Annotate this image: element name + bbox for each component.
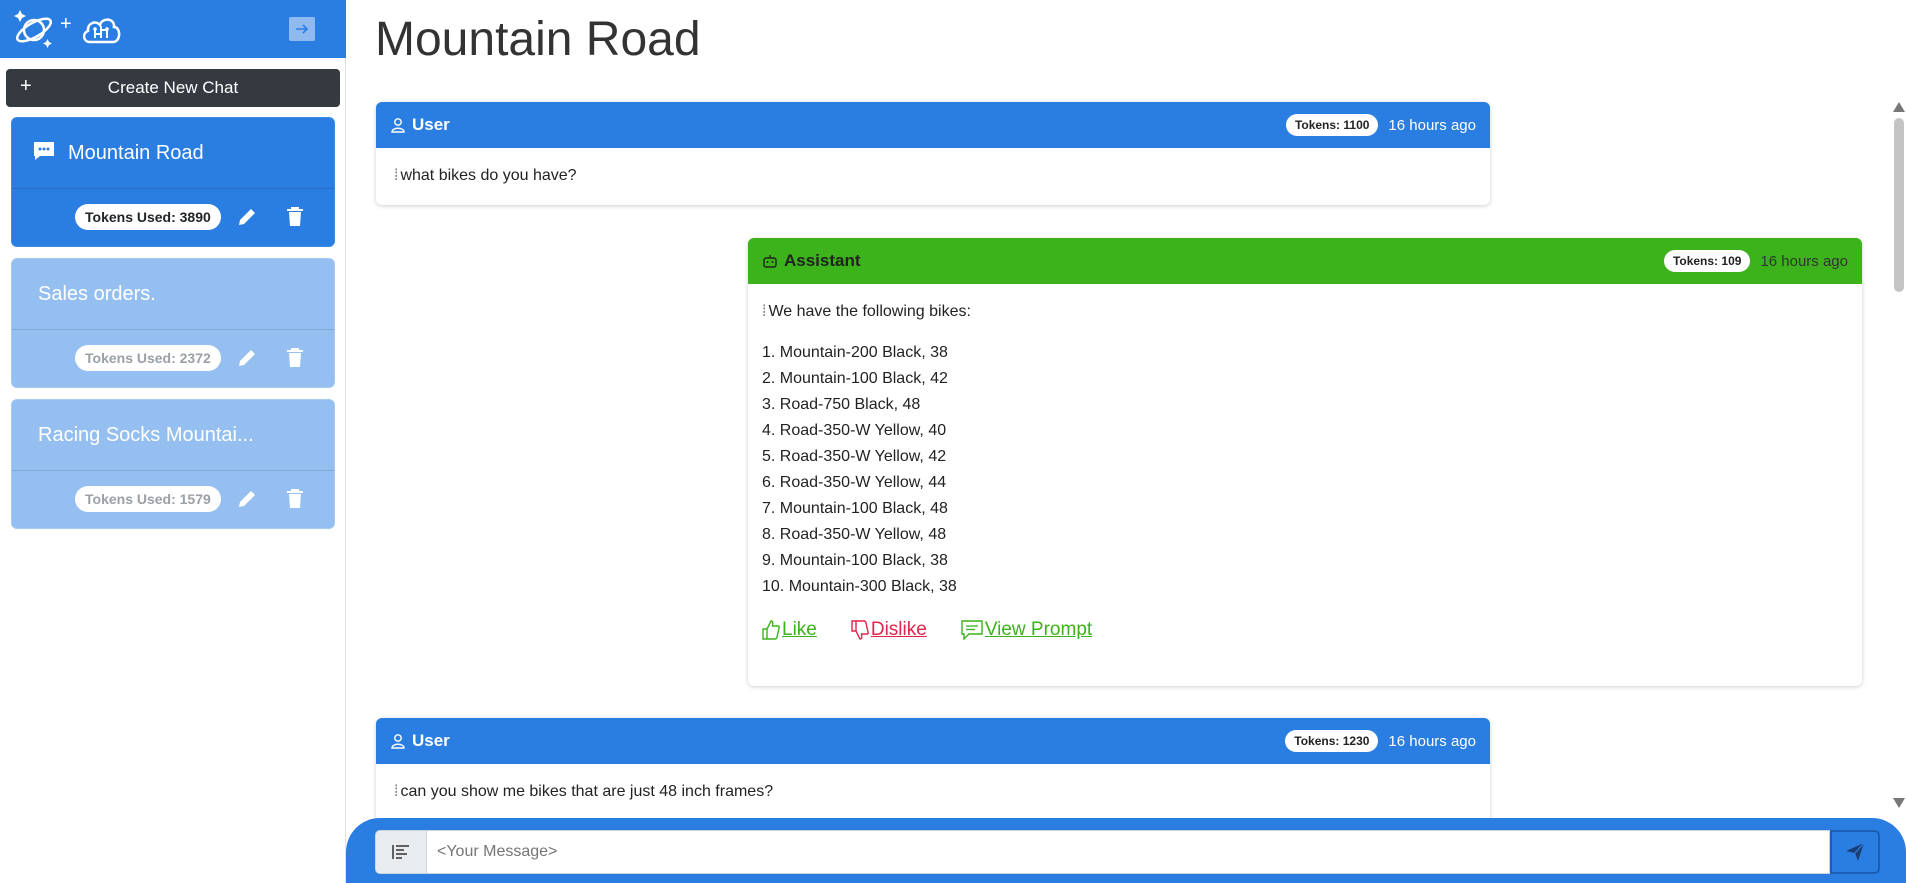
tokens-used-badge: Tokens Used: 3890 (75, 204, 221, 230)
send-button[interactable] (1830, 830, 1880, 874)
list-item: 3. Road-750 Black, 48 (762, 396, 921, 413)
message-text: can you show me bikes that are just 48 i… (400, 783, 774, 800)
send-icon (1846, 842, 1865, 861)
page-title: Mountain Road (375, 13, 701, 66)
message-timestamp: 16 hours ago (1388, 732, 1476, 750)
list-item: 9. Mountain-100 Black, 38 (762, 552, 948, 569)
planet-logo-icon (14, 10, 53, 48)
message-intro: We have the following bikes: (768, 303, 971, 320)
scroll-down-arrow-icon[interactable] (1893, 798, 1905, 808)
message-tokens-badge: Tokens: 1230 (1285, 730, 1379, 752)
message-user: User Tokens: 1230 16 hours ago ⁞ can you … (376, 718, 1490, 821)
list-item: 10. Mountain-300 Black, 38 (762, 578, 957, 595)
message-timestamp: 16 hours ago (1388, 116, 1476, 134)
dislike-label: Dislike (870, 619, 927, 640)
message-role: Assistant (784, 251, 861, 270)
drag-grip-icon[interactable]: ⁞ (394, 167, 399, 184)
message-body: ⁞ can you show me bikes that are just 48 … (376, 764, 1490, 820)
main-panel: Mountain Road User Tokens: 1100 16 hours… (346, 0, 1906, 883)
chat-bubble-icon (34, 142, 54, 160)
text-format-icon (392, 845, 409, 859)
user-icon (391, 118, 405, 133)
app: + + Create New Chat Mountain Road Tokens… (0, 0, 1906, 883)
message-header: User Tokens: 1230 16 hours ago (376, 718, 1490, 764)
scrollbar-thumb[interactable] (1894, 118, 1904, 292)
trash-icon[interactable] (286, 206, 304, 228)
message-text: what bikes do you have? (400, 167, 577, 184)
list-item: 4. Road-350-W Yellow, 40 (762, 422, 947, 439)
cloud-brain-logo-icon (82, 18, 121, 44)
tokens-used-badge: Tokens Used: 1579 (75, 486, 221, 512)
dislike-button[interactable]: Dislike (851, 620, 927, 640)
trash-icon[interactable] (286, 488, 304, 510)
chat-title: Racing Socks Mountai... (38, 424, 254, 446)
divider (12, 329, 334, 330)
drag-grip-icon[interactable]: ⁞ (762, 303, 767, 320)
message-role: User (412, 731, 450, 750)
list-item: 8. Road-350-W Yellow, 48 (762, 526, 947, 543)
bike-list: 1. Mountain-200 Black, 38 2. Mountain-10… (762, 340, 1848, 600)
pencil-icon[interactable] (236, 347, 258, 369)
pencil-icon[interactable] (236, 206, 258, 228)
chat-item-racing-socks[interactable]: Racing Socks Mountai... Tokens Used: 157… (11, 399, 335, 529)
message-assistant: Assistant Tokens: 109 16 hours ago ⁞ We h… (748, 238, 1862, 686)
message-tokens-badge: Tokens: 109 (1663, 250, 1751, 272)
chat-item-sales-orders[interactable]: Sales orders. Tokens Used: 2372 (11, 258, 335, 388)
collapse-sidebar-button[interactable] (289, 17, 315, 41)
thumbs-down-icon (851, 620, 869, 640)
pencil-icon[interactable] (236, 488, 258, 510)
view-prompt-label: View Prompt (984, 619, 1093, 640)
message-composer (346, 818, 1906, 883)
message-header: User Tokens: 1100 16 hours ago (376, 102, 1490, 148)
message-role: User (412, 115, 450, 134)
like-label: Like (782, 619, 817, 640)
scroll-up-arrow-icon[interactable] (1893, 102, 1905, 112)
list-item: 1. Mountain-200 Black, 38 (762, 344, 948, 361)
message-user: User Tokens: 1100 16 hours ago ⁞ what bik… (376, 102, 1490, 205)
list-item: 2. Mountain-100 Black, 42 (762, 370, 948, 387)
message-input[interactable] (427, 830, 1830, 874)
sidebar: + + Create New Chat Mountain Road Tokens… (0, 0, 346, 883)
create-new-chat-button[interactable]: + Create New Chat (6, 69, 340, 107)
chat-scrollbar[interactable] (1892, 96, 1906, 812)
message-tokens-badge: Tokens: 1100 (1285, 114, 1379, 136)
message-timestamp: 16 hours ago (1760, 252, 1848, 270)
sidebar-header: + (0, 0, 346, 58)
list-item: 5. Road-350-W Yellow, 42 (762, 448, 947, 465)
like-button[interactable]: Like (762, 620, 817, 640)
tokens-used-badge: Tokens Used: 2372 (75, 345, 221, 371)
logo-plus-icon: + (60, 13, 72, 35)
plus-icon: + (20, 75, 32, 97)
divider (12, 470, 334, 471)
chat-title: Mountain Road (68, 142, 204, 164)
drag-grip-icon[interactable]: ⁞ (394, 783, 399, 800)
view-prompt-button[interactable]: View Prompt (961, 620, 1092, 640)
chat-item-mountain-road[interactable]: Mountain Road Tokens Used: 3890 (11, 117, 335, 247)
robot-icon (763, 255, 777, 268)
divider (12, 188, 334, 189)
message-header: Assistant Tokens: 109 16 hours ago (748, 238, 1862, 284)
format-text-button[interactable] (375, 830, 427, 874)
create-new-chat-label: Create New Chat (107, 78, 239, 97)
message-body: ⁞ what bikes do you have? (376, 148, 1490, 204)
message-body: ⁞ We have the following bikes: 1. Mountai… (748, 284, 1862, 658)
arrow-right-icon (296, 24, 309, 34)
message-actions: Like Dislike View Prompt (762, 620, 1848, 640)
chat-title: Sales orders. (38, 283, 156, 305)
comment-icon (961, 620, 983, 640)
list-item: 6. Road-350-W Yellow, 44 (762, 474, 947, 491)
user-icon (391, 734, 405, 749)
thumbs-up-icon (762, 620, 780, 640)
list-item: 7. Mountain-100 Black, 48 (762, 500, 948, 517)
trash-icon[interactable] (286, 347, 304, 369)
